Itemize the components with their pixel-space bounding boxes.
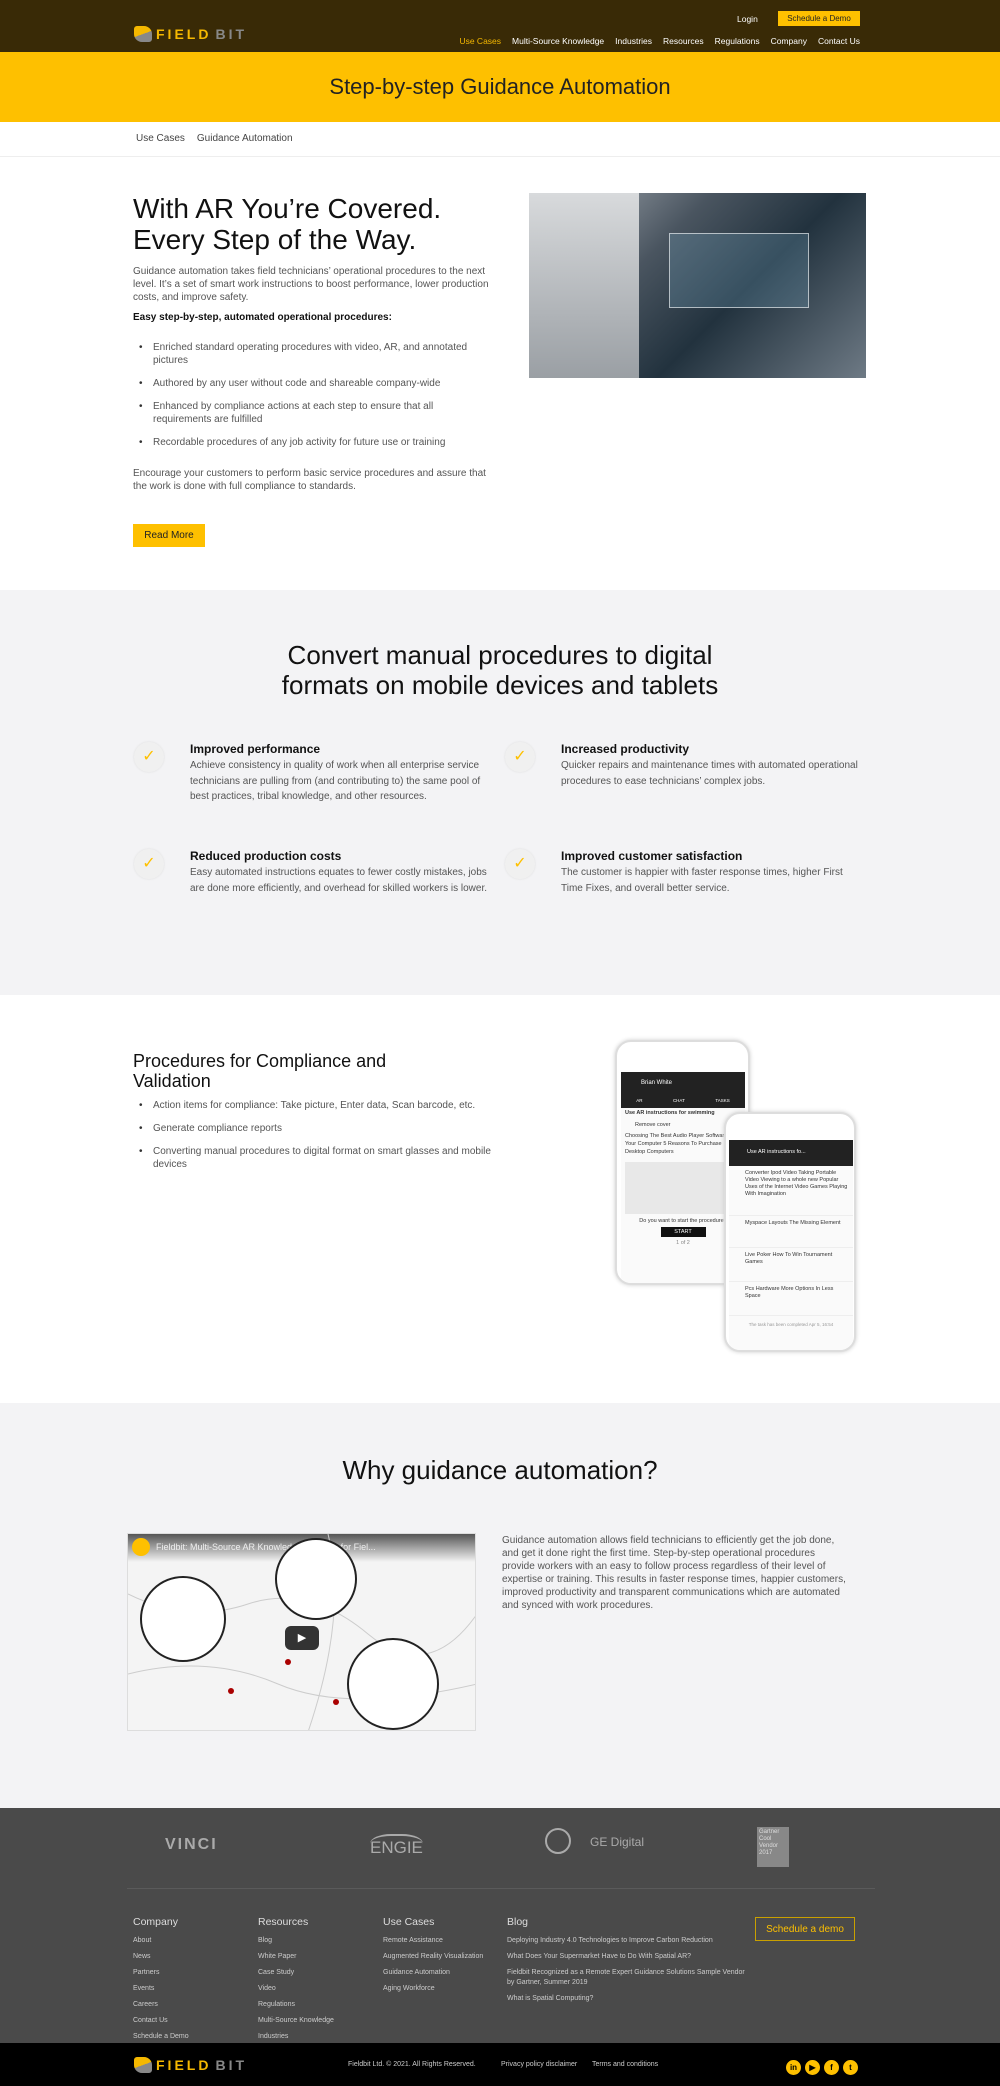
footer-link[interactable]: Careers [133, 2000, 189, 2010]
footer-link[interactable]: What Does Your Supermarket Have to Do Wi… [507, 1952, 747, 1962]
footer-link[interactable]: Deploying Industry 4.0 Technologies to I… [507, 1936, 747, 1946]
hero-subheading: Easy step-by-step, automated operational… [133, 312, 392, 323]
compliance-bullet: Action items for compliance: Take pictur… [133, 1099, 503, 1112]
hero-text: With AR You’re Covered. Every Step of the… [133, 193, 493, 493]
convert-section: Convert manual procedures to digital form… [0, 590, 1000, 995]
fieldbit-footer-logo[interactable]: FIELD BIT [134, 2057, 247, 2073]
why-section: Why guidance automation? Fieldbit: Multi… [0, 1403, 1000, 1808]
footer-link[interactable]: About [133, 1936, 189, 1946]
footer-link[interactable]: Blog [258, 1936, 334, 1946]
breadcrumb-use-cases[interactable]: Use Cases [136, 133, 185, 144]
phone-mockup-2: Use AR instructions fo... Converter Ipod… [724, 1112, 856, 1352]
hero-bullet: Authored by any user without code and sh… [133, 377, 493, 390]
engie-logo: ENGIE [370, 1834, 423, 1858]
bottom-bar: FIELD BIT Fieldbit Ltd. © 2021. All Right… [0, 2043, 1000, 2086]
main-nav: Use Cases Multi-Source Knowledge Industrie… [448, 31, 860, 49]
footer-link[interactable]: Guidance Automation [383, 1968, 483, 1978]
footer-link[interactable]: Video [258, 1984, 334, 1994]
social-links: in ▶ f t [782, 2057, 858, 2075]
hero-outro: Encourage your customers to perform basi… [133, 468, 486, 492]
technician-figure [529, 193, 639, 378]
hero-bullet: Enriched standard operating procedures w… [133, 341, 493, 367]
footer-col-company: Company About News Partners Events Careers Co… [133, 1916, 189, 2042]
site-footer: VINCI ENGIE GE Digital Gartner Cool Vend… [0, 1808, 1000, 2043]
ar-overlay-panel [669, 233, 809, 308]
footer-link[interactable]: Contact Us [133, 2016, 189, 2026]
logo-mark-icon [134, 2057, 152, 2073]
footer-link[interactable]: Events [133, 1984, 189, 1994]
footer-link[interactable]: Fieldbit Recognized as a Remote Expert G… [507, 1968, 747, 1988]
footer-link[interactable]: Schedule a Demo [133, 2032, 189, 2042]
ge-digital-logo: GE Digital [590, 1835, 645, 1849]
footer-link[interactable]: Multi-Source Knowledge [258, 2016, 334, 2026]
feature-item: ✓ Increased productivity Quicker repairs a… [505, 742, 865, 789]
footer-link[interactable]: Aging Workforce [383, 1984, 483, 1994]
why-text: Guidance automation allows field technic… [502, 1535, 846, 1611]
start-button: START [660, 1227, 706, 1237]
ge-logo-icon [545, 1828, 571, 1854]
gartner-cool-vendor-badge: Gartner Cool Vendor 2017 [757, 1827, 789, 1867]
linkedin-icon[interactable]: in [786, 2060, 801, 2075]
play-icon[interactable]: ▶ [285, 1626, 319, 1650]
feature-item: ✓ Improved performance Achieve consistency… [134, 742, 494, 805]
footer-link[interactable]: White Paper [258, 1952, 334, 1962]
footer-schedule-demo-button[interactable]: Schedule a demo [755, 1917, 855, 1941]
footer-link[interactable]: Case Study [258, 1968, 334, 1978]
site-header: FIELD BIT Login Schedule a Demo Use Cases… [0, 0, 1000, 52]
why-title: Why guidance automation? [342, 1455, 658, 1485]
check-icon: ✓ [505, 742, 535, 772]
facebook-icon[interactable]: f [824, 2060, 839, 2075]
logo-mark-icon [134, 26, 152, 42]
hero-bullet: Recordable procedures of any job activit… [133, 436, 493, 449]
hero-image-technician-ar [529, 193, 866, 378]
compliance-bullet: Generate compliance reports [133, 1122, 503, 1135]
fieldbit-logo[interactable]: FIELD BIT [134, 26, 247, 42]
nav-company[interactable]: Company [771, 36, 807, 46]
footer-col-resources: Resources Blog White Paper Case Study Video… [258, 1916, 334, 2042]
compliance-title: Procedures for Compliance and Validation [133, 1051, 387, 1091]
video-player[interactable]: Fieldbit: Multi-Source AR Knowledge Plat… [127, 1533, 476, 1731]
check-icon: ✓ [134, 742, 164, 772]
feature-item: ✓ Reduced production costs Easy automated … [134, 849, 494, 896]
check-icon: ✓ [505, 849, 535, 879]
nav-use-cases[interactable]: Use Cases [459, 36, 501, 46]
nav-multi-source-knowledge[interactable]: Multi-Source Knowledge [512, 36, 604, 46]
footer-link[interactable]: Augmented Reality Visualization [383, 1952, 483, 1962]
divider [127, 1888, 875, 1889]
nav-industries[interactable]: Industries [615, 36, 652, 46]
feature-item: ✓ Improved customer satisfaction The custo… [505, 849, 865, 896]
check-icon: ✓ [134, 849, 164, 879]
breadcrumb-guidance-automation[interactable]: Guidance Automation [197, 133, 293, 144]
footer-col-blog: Blog Deploying Industry 4.0 Technologies… [507, 1916, 747, 2010]
footer-link[interactable]: Partners [133, 1968, 189, 1978]
twitter-icon[interactable]: t [843, 2060, 858, 2075]
footer-link[interactable]: Regulations [258, 2000, 334, 2010]
schedule-demo-button[interactable]: Schedule a Demo [778, 11, 860, 26]
footer-col-use-cases: Use Cases Remote Assistance Augmented Rea… [383, 1916, 484, 1994]
copyright: Fieldbit Ltd. © 2021. All Rights Reserve… [348, 2061, 476, 2068]
footer-link[interactable]: News [133, 1952, 189, 1962]
footer-link[interactable]: What is Spatial Computing? [507, 1994, 747, 2004]
footer-link[interactable]: Remote Assistance [383, 1936, 483, 1946]
hero-intro: Guidance automation takes field technici… [133, 266, 489, 303]
breadcrumb: Use Cases Guidance Automation [0, 122, 1000, 157]
nav-regulations[interactable]: Regulations [715, 36, 760, 46]
nav-resources[interactable]: Resources [663, 36, 704, 46]
youtube-icon[interactable]: ▶ [805, 2060, 820, 2075]
hero-title: With AR You’re Covered. Every Step of the… [133, 193, 442, 255]
compliance-text: Procedures for Compliance and Validation… [133, 1051, 503, 1181]
privacy-link[interactable]: Privacy policy disclaimer [501, 2061, 577, 2068]
login-link[interactable]: Login [737, 14, 758, 24]
convert-title: Convert manual procedures to digital form… [281, 640, 719, 700]
footer-link[interactable]: Industries [258, 2032, 334, 2042]
nav-contact-us[interactable]: Contact Us [818, 36, 860, 46]
terms-link[interactable]: Terms and conditions [592, 2061, 658, 2068]
vinci-logo: VINCI [165, 1836, 218, 1853]
page-title: Step-by-step Guidance Automation [0, 52, 1000, 122]
hero-bullet: Enhanced by compliance actions at each s… [133, 400, 493, 426]
read-more-button[interactable]: Read More [133, 524, 205, 547]
compliance-bullet: Converting manual procedures to digital … [133, 1145, 503, 1171]
